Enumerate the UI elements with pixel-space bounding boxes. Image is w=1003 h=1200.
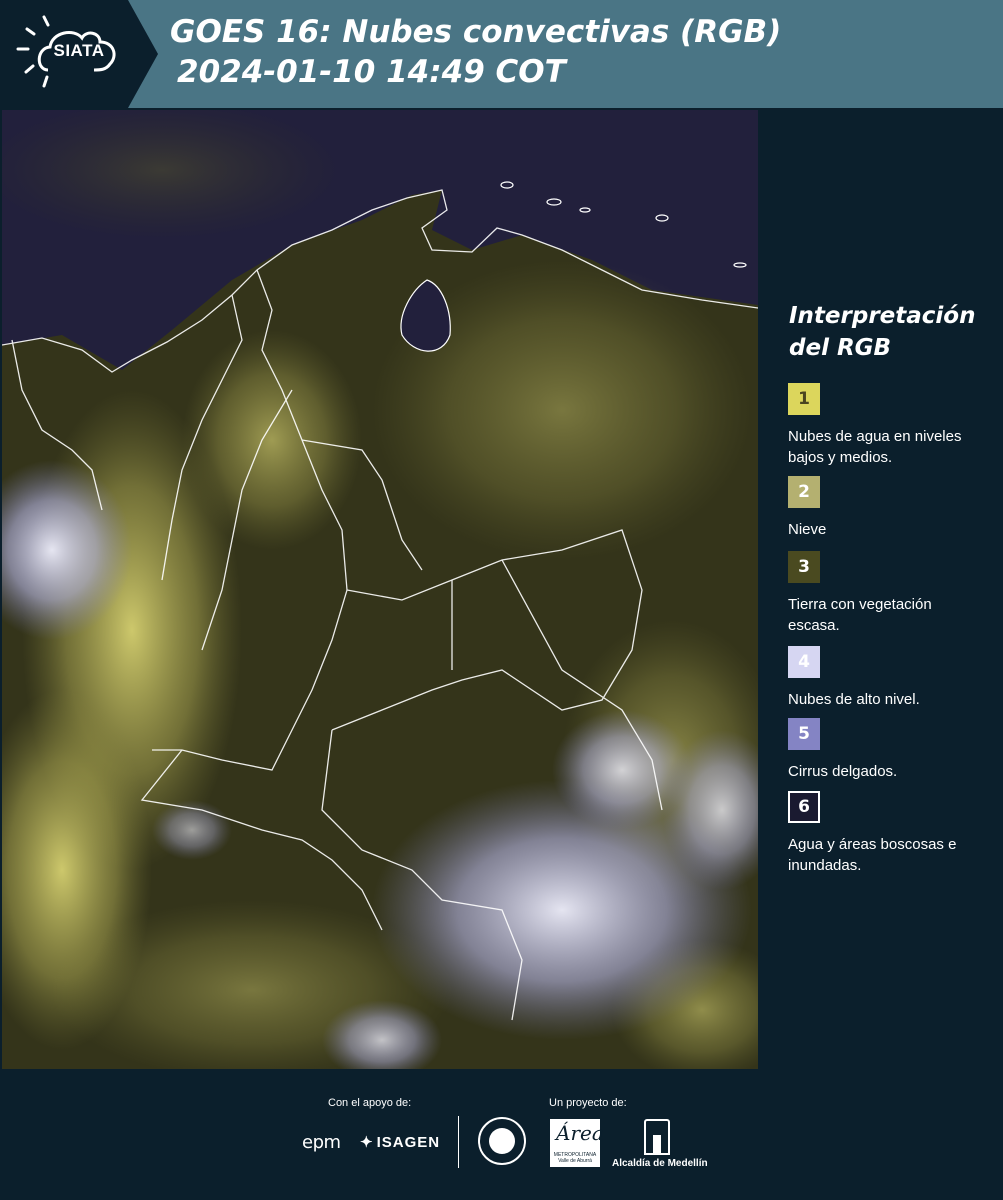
isagen-logo: ✦ ISAGEN	[360, 1133, 440, 1151]
legend-label: Cirrus delgados.	[788, 763, 898, 780]
page-title: GOES 16: Nubes convectivas (RGB)	[170, 14, 782, 50]
footer-divider	[458, 1116, 459, 1168]
header-bar: SIATA GOES 16: Nubes convectivas (RGB) 2…	[0, 0, 1003, 108]
legend-item: 6 Agua y áreas boscosas e inundadas.	[788, 791, 993, 876]
legend-swatch: 3	[788, 551, 820, 583]
siata-logo: SIATA	[0, 0, 158, 108]
legend-label: Nubes de alto nivel.	[788, 691, 920, 708]
legend-swatch: 4	[788, 646, 820, 678]
alcaldia-label: Alcaldía de Medellín	[612, 1158, 708, 1169]
isagen-text: ISAGEN	[376, 1134, 441, 1151]
project-note: Un proyecto de:	[549, 1097, 627, 1109]
legend-swatch: 6	[788, 791, 820, 823]
legend-label: Nubes de agua en niveles bajos y medios.	[788, 428, 962, 466]
legend-panel: Interpretación del RGB 1 Nubes de agua en…	[760, 110, 1003, 1069]
legend-item: 4 Nubes de alto nivel.	[788, 646, 993, 710]
support-note: Con el apoyo de:	[328, 1097, 412, 1109]
area-metropolitana-logo: Área METROPOLITANA Valle de Aburrá	[550, 1119, 604, 1167]
legend-swatch: 5	[788, 718, 820, 750]
legend-item: 5 Cirrus delgados.	[788, 718, 993, 782]
timestamp: 2024-01-10 14:49 COT	[177, 54, 566, 90]
legend-swatch: 2	[788, 476, 820, 508]
legend-label: Tierra con vegetación escasa.	[788, 596, 932, 634]
logo-text: SIATA	[53, 41, 105, 60]
legend-item: 1 Nubes de agua en niveles bajos y medios…	[788, 383, 993, 468]
area-logo-script: Área	[556, 1121, 604, 1145]
legend-item: 3 Tierra con vegetación escasa.	[788, 551, 993, 636]
footer: Con el apoyo de: Un proyecto de: epm ✦ IS…	[0, 1069, 1003, 1200]
satellite-map-image	[2, 110, 758, 1069]
medellin-seal-icon	[478, 1117, 526, 1165]
epm-logo: epm	[302, 1132, 341, 1153]
legend-swatch: 1	[788, 383, 820, 415]
area-logo-subtitle: METROPOLITANA Valle de Aburrá	[553, 1152, 597, 1164]
legend-item: 2 Nieve	[788, 476, 993, 540]
legend-label: Nieve	[788, 521, 827, 538]
legend-label: Agua y áreas boscosas e inundadas.	[788, 836, 957, 874]
legend-title: Interpretación del RGB	[789, 303, 976, 361]
isagen-mark-icon: ✦	[360, 1134, 374, 1151]
alcaldia-building-icon	[644, 1119, 670, 1155]
satellite-map[interactable]	[2, 110, 758, 1069]
